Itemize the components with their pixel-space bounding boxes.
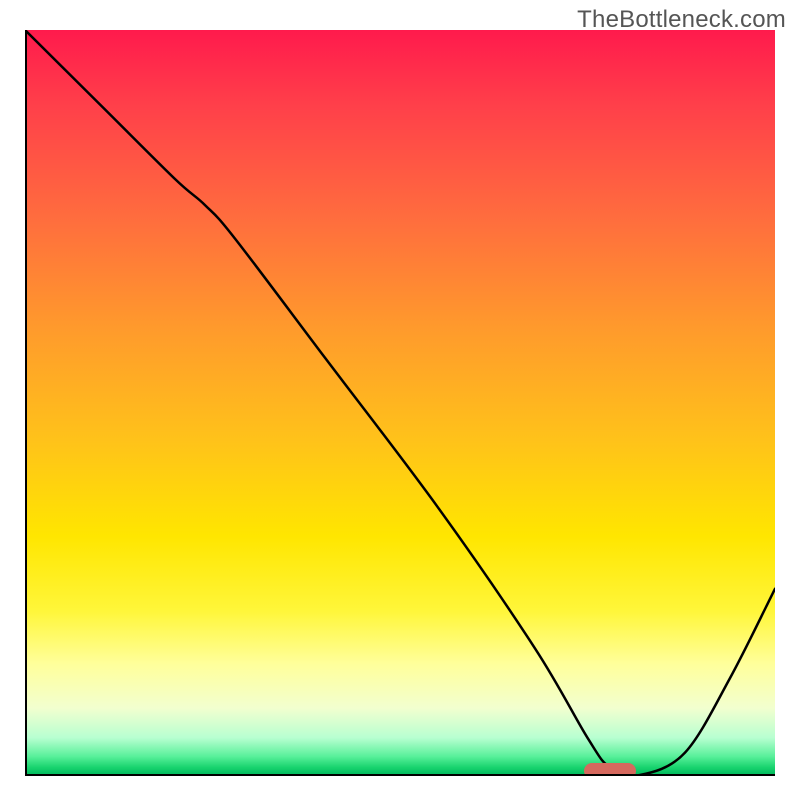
chart-container: TheBottleneck.com xyxy=(0,0,800,800)
bottleneck-curve xyxy=(25,30,775,775)
x-axis xyxy=(25,774,775,776)
y-axis xyxy=(25,30,27,775)
plot-area xyxy=(25,30,775,775)
curve-path xyxy=(25,30,775,775)
watermark-text: TheBottleneck.com xyxy=(577,6,786,34)
